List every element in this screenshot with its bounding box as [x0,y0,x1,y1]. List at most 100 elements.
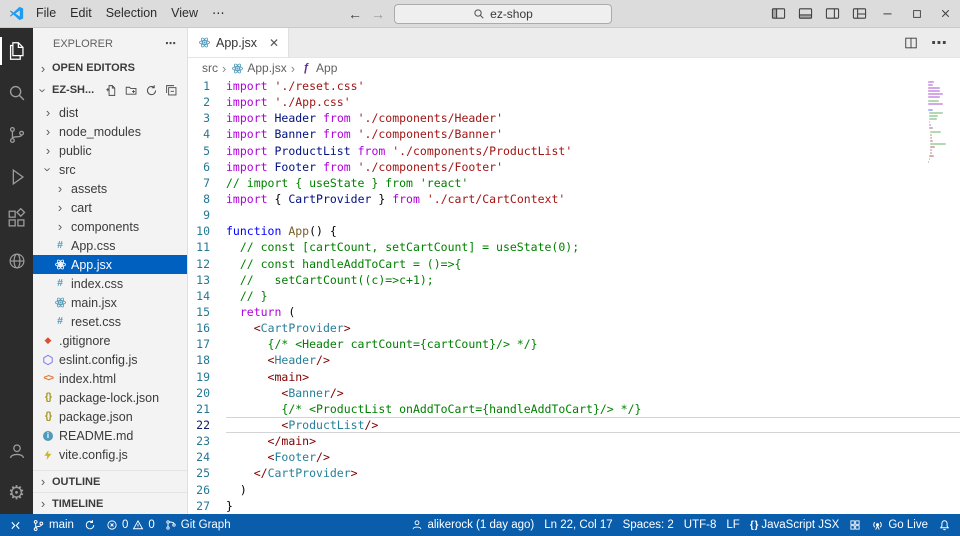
code-line-20[interactable]: 20 <Banner/> [188,385,960,401]
tree-item-components[interactable]: ›components [33,217,187,236]
code-line-21[interactable]: 21 {/* <ProductList onAddToCart={handleA… [188,401,960,417]
cursor-position[interactable]: Ln 22, Col 17 [539,514,617,536]
split-editor-icon[interactable] [904,36,918,50]
tree-item-dist[interactable]: ›dist [33,103,187,122]
customize-layout-icon[interactable] [846,0,873,27]
more-actions-icon[interactable]: ⋯ [165,37,177,50]
toggle-primary-sidebar-icon[interactable] [765,0,792,27]
code-line-10[interactable]: 10function App() { [188,223,960,239]
activity-search-button[interactable] [0,72,33,114]
close-tab-icon[interactable]: ✕ [269,36,279,50]
git-graph-button[interactable]: Git Graph [160,514,236,536]
code-line-12[interactable]: 12 // const handleAddToCart = ()=>{ [188,256,960,272]
code-line-14[interactable]: 14 // } [188,288,960,304]
tree-item-cart[interactable]: ›cart [33,198,187,217]
menu-overflow[interactable]: ⋯ [205,0,232,27]
code-line-9[interactable]: 9 [188,207,960,223]
remote-indicator[interactable] [4,514,27,536]
minimize-icon[interactable] [873,0,902,27]
code-line-23[interactable]: 23 </main> [188,433,960,449]
code-line-25[interactable]: 25 </CartProvider> [188,465,960,481]
collapse-all-icon[interactable] [165,84,178,97]
tree-item-.gitignore[interactable]: ◆.gitignore [33,331,187,350]
tree-item-App.css[interactable]: #App.css [33,236,187,255]
activity-explorer-button[interactable] [0,30,33,72]
open-editors-section[interactable]: › OPEN EDITORS [33,57,187,79]
blame-status[interactable]: alikerock (1 day ago) [406,514,539,536]
tree-item-index.css[interactable]: #index.css [33,274,187,293]
sync-status[interactable] [79,514,101,536]
timeline-section[interactable]: › TIMELINE [33,492,187,514]
outline-section[interactable]: › OUTLINE [33,470,187,492]
breadcrumb-app-jsx[interactable]: App.jsx [247,61,286,75]
minimap[interactable] [928,81,948,165]
code-line-15[interactable]: 15 return ( [188,304,960,320]
code-line-2[interactable]: 2import './App.css' [188,94,960,110]
account-button[interactable] [0,430,33,472]
tree-item-src[interactable]: ›src [33,160,187,179]
menu-selection[interactable]: Selection [99,0,164,27]
go-live-button[interactable]: Go Live [866,514,933,536]
tree-item-package.json[interactable]: {}package.json [33,407,187,426]
problems-status[interactable]: 0 0 [101,514,160,536]
tree-item-vite.config.js[interactable]: vite.config.js [33,445,187,464]
code-line-8[interactable]: 8import { CartProvider } from './cart/Ca… [188,191,960,207]
tree-item-README.md[interactable]: iREADME.md [33,426,187,445]
more-actions-icon[interactable]: ⋯ [931,33,948,53]
refresh-icon[interactable] [145,84,158,97]
activity-extensions-button[interactable] [0,198,33,240]
back-arrow-icon[interactable]: ← [348,7,362,21]
activity-remote-explorer-button[interactable] [0,240,33,282]
menu-view[interactable]: View [164,0,205,27]
encoding-status[interactable]: UTF-8 [679,514,722,536]
tree-item-main.jsx[interactable]: main.jsx [33,293,187,312]
tree-item-assets[interactable]: ›assets [33,179,187,198]
code-line-17[interactable]: 17 {/* <Header cartCount={cartCount}/> *… [188,336,960,352]
maximize-icon[interactable] [902,0,931,27]
breadcrumb-src[interactable]: src [202,61,218,75]
code-line-3[interactable]: 3import Header from './components/Header… [188,110,960,126]
indentation-status[interactable]: Spaces: 2 [618,514,679,536]
code-line-7[interactable]: 7// import { useState } from 'react' [188,175,960,191]
language-mode[interactable]: { } JavaScript JSX [745,514,845,536]
code-line-11[interactable]: 11 // const [cartCount, setCartCount] = … [188,239,960,255]
new-folder-icon[interactable] [125,84,138,97]
activity-source-control-button[interactable] [0,114,33,156]
tree-item-eslint.config.js[interactable]: eslint.config.js [33,350,187,369]
new-file-icon[interactable] [105,84,118,97]
code-line-4[interactable]: 4import Banner from './components/Banner… [188,126,960,142]
settings-button[interactable]: ⚙ [0,472,33,514]
command-center-search[interactable]: ez-shop [394,4,612,24]
tree-item-node_modules[interactable]: ›node_modules [33,122,187,141]
workspace-section[interactable]: › EZ-SH... [33,79,187,101]
branch-status[interactable]: main [27,514,79,536]
code-line-18[interactable]: 18 <Header/> [188,352,960,368]
breadcrumb-app[interactable]: App [316,61,337,75]
toggle-panel-icon[interactable] [792,0,819,27]
forward-arrow-icon[interactable]: → [371,7,385,21]
code-line-6[interactable]: 6import Footer from './components/Footer… [188,159,960,175]
tree-item-index.html[interactable]: <>index.html [33,369,187,388]
toggle-secondary-sidebar-icon[interactable] [819,0,846,27]
code-line-26[interactable]: 26 ) [188,482,960,498]
code-line-1[interactable]: 1import './reset.css' [188,78,960,94]
code-line-13[interactable]: 13 // setCartCount((c)=>c+1); [188,272,960,288]
ports-status[interactable] [844,514,866,536]
code-line-5[interactable]: 5import ProductList from './components/P… [188,143,960,159]
menu-file[interactable]: File [29,0,63,27]
code-line-16[interactable]: 16 <CartProvider> [188,320,960,336]
notifications-button[interactable] [933,514,956,536]
tree-item-reset.css[interactable]: #reset.css [33,312,187,331]
code-line-27[interactable]: 27} [188,498,960,514]
tree-item-App.jsx[interactable]: App.jsx [33,255,187,274]
activity-run-debug-button[interactable] [0,156,33,198]
code-line-24[interactable]: 24 <Footer/> [188,449,960,465]
code-editor[interactable]: 1import './reset.css'2import './App.css'… [188,78,960,514]
menu-edit[interactable]: Edit [63,0,99,27]
tree-item-public[interactable]: ›public [33,141,187,160]
eol-status[interactable]: LF [721,514,744,536]
code-line-22[interactable]: 22 <ProductList/> [188,417,960,433]
code-line-19[interactable]: 19 <main> [188,369,960,385]
close-window-icon[interactable] [931,0,960,27]
tree-item-package-lock.json[interactable]: {}package-lock.json [33,388,187,407]
